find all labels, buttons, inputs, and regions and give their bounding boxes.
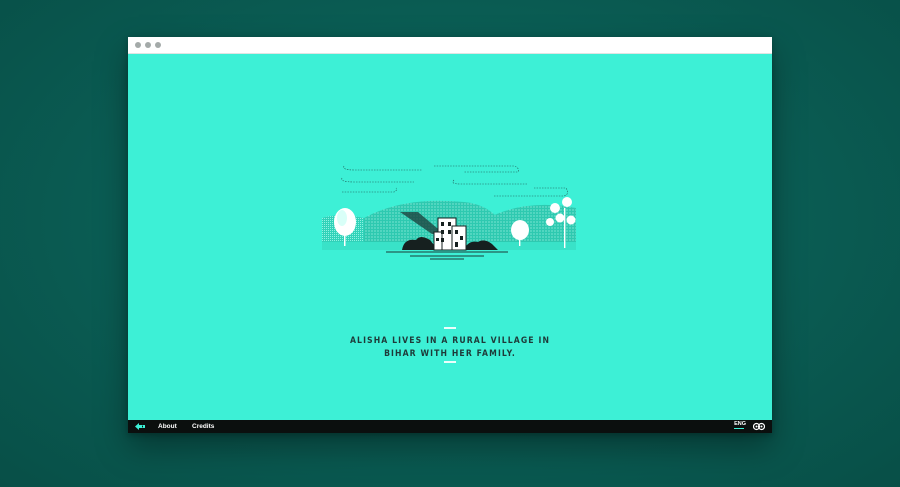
browser-window: Alisha lives in a rural village in Bihar… [128, 37, 772, 433]
language-label: ENG [734, 421, 746, 427]
language-underline [734, 428, 745, 429]
story-viewport: Alisha lives in a rural village in Bihar… [128, 54, 772, 420]
caption-line-2: Bihar with her family. [384, 349, 516, 359]
sound-icon[interactable] [753, 422, 765, 431]
about-link[interactable]: About [158, 422, 177, 431]
titlebar-dot-2 [145, 42, 151, 48]
cloud-lines [341, 165, 568, 197]
ground-lines [386, 251, 508, 260]
story-caption: Alisha lives in a rural village in Bihar… [300, 335, 600, 361]
village-illustration [322, 165, 576, 260]
caption-rule-bottom [444, 361, 456, 363]
window-titlebar [128, 37, 772, 54]
language-selector[interactable]: ENG [734, 421, 746, 429]
back-arrow-icon[interactable] [134, 422, 146, 431]
caption-rule-top [444, 327, 456, 329]
titlebar-dot-3 [155, 42, 161, 48]
hill-right [484, 204, 576, 246]
caption-line-1: Alisha lives in a rural village in [349, 336, 551, 346]
credits-link[interactable]: Credits [192, 422, 214, 431]
titlebar-dot-1 [135, 42, 141, 48]
footer-bar: About Credits ENG [128, 420, 772, 433]
